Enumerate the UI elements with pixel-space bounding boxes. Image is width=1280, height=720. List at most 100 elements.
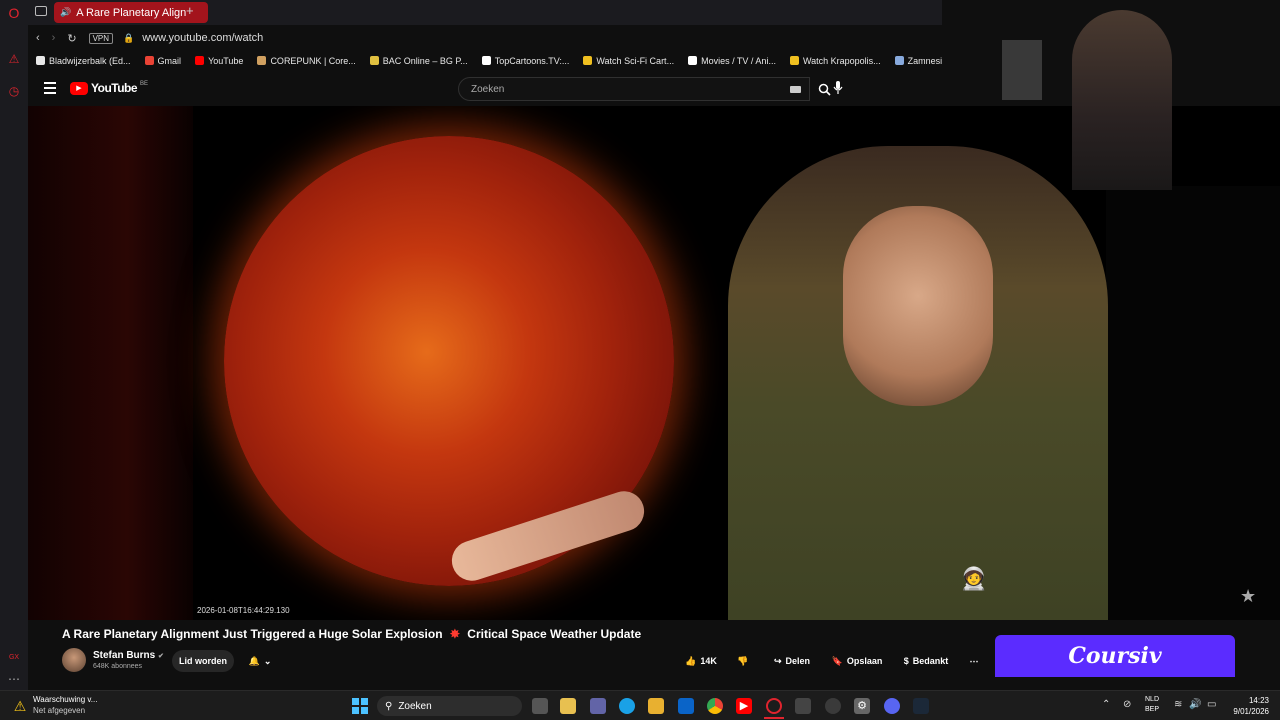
language-indicator[interactable]: NLD BEP [1145, 695, 1159, 715]
watermark-icon: ★ [1240, 586, 1257, 606]
aria-icon[interactable]: ⚠ [7, 52, 21, 66]
avatar[interactable] [62, 648, 86, 672]
url-field[interactable]: www.youtube.com/watch [142, 32, 263, 44]
bookmark-item[interactable]: Zamnesia | Het Be [894, 56, 942, 66]
steam-icon[interactable] [913, 698, 929, 714]
bookmark-favicon-icon [144, 56, 154, 65]
verified-icon: ✔ [158, 653, 164, 660]
notification-bell-button[interactable]: 🔔 ⌄ [240, 650, 280, 672]
bookmark-item[interactable]: Movies / TV / Ani... [688, 56, 776, 66]
tab-active[interactable]: 🔊 A Rare Planetary Align [54, 2, 208, 23]
channel-row: Stefan Burns ✔ 648K abonnees Lid worden … [62, 648, 942, 676]
search-input[interactable]: Zoeken [458, 77, 810, 101]
bell-icon: 🔔 [248, 655, 260, 666]
webcam-overlay [942, 0, 1280, 190]
bookmark-item[interactable]: BAC Online – BG P... [369, 55, 468, 66]
task-view-icon[interactable] [532, 698, 548, 714]
bookmark-item[interactable]: Gmail [144, 56, 181, 66]
chatgpt-icon[interactable] [825, 698, 841, 714]
thanks-label: Bedankt [912, 656, 949, 666]
history-icon[interactable]: ◷ [7, 84, 21, 98]
network-off-icon[interactable]: ⊘ [1123, 699, 1131, 710]
region-code: BE [140, 81, 149, 87]
thanks-button[interactable]: $ Bedankt [898, 650, 954, 672]
bookmark-icon: 🔖 [831, 655, 843, 666]
keyboard-icon[interactable] [790, 86, 801, 93]
file-explorer-icon[interactable] [648, 698, 664, 714]
tray-chevron-icon[interactable]: ⌃ [1102, 699, 1110, 710]
menu-icon[interactable] [44, 82, 56, 94]
bookmark-favicon-icon [257, 56, 267, 65]
bookmark-item[interactable]: TopCartoons.TV:... [481, 55, 570, 66]
bookmark-label: Bladwijzerbalk (Ed... [49, 55, 131, 66]
battery-icon[interactable]: ▭ [1207, 699, 1216, 710]
vpn-badge[interactable]: VPN [88, 32, 114, 44]
bookmark-item[interactable]: Bladwijzerbalk (Ed... [36, 56, 131, 66]
chrome-icon[interactable] [707, 698, 723, 714]
forward-icon[interactable]: › [52, 32, 56, 44]
bookmark-favicon-icon [36, 56, 45, 65]
ad-banner[interactable]: Coursiv [995, 635, 1235, 677]
youtube-play-icon: ▶ [70, 81, 88, 95]
save-button[interactable]: 🔖 Opslaan [829, 650, 885, 672]
like-button[interactable]: 👍 14K [680, 650, 722, 672]
more-icon[interactable]: ⋯ [7, 672, 21, 686]
bookmark-item[interactable]: YouTube [195, 56, 243, 66]
bookmark-favicon-icon [583, 56, 593, 65]
bookmark-item[interactable]: Watch Krapopolis... [789, 55, 881, 66]
tab-islands-icon[interactable] [35, 6, 47, 16]
chevron-down-icon: ⌄ [263, 655, 272, 666]
bookmark-label: TopCartoons.TV:... [494, 55, 570, 66]
back-icon[interactable]: ‹ [36, 32, 40, 44]
bookmarks-bar: Bladwijzerbalk (Ed... Gmail YouTube COREPUN… [28, 51, 942, 70]
calculator-icon[interactable] [795, 698, 811, 714]
bookmark-label: Watch Sci-Fi Cart... [596, 55, 675, 66]
new-tab-icon[interactable]: + [186, 3, 194, 18]
bookmark-favicon-icon [688, 56, 698, 65]
address-bar: ‹ › ↻ VPN 🔒 www.youtube.com/watch [28, 25, 942, 51]
clock-time: 14:23 [1248, 696, 1269, 705]
warning-title[interactable]: Waarschuwing v... [33, 695, 97, 704]
dislike-button[interactable]: 👎 [732, 650, 754, 672]
video-right-dark [1106, 186, 1280, 620]
outlook-icon[interactable] [678, 698, 694, 714]
browser-sidebar: O ⚠ ◷ GX ⋯ [0, 0, 28, 690]
share-button[interactable]: ↪ Delen [768, 650, 816, 672]
edge-icon[interactable] [619, 698, 635, 714]
store-icon[interactable] [560, 698, 576, 714]
channel-name[interactable]: Stefan Burns ✔ [93, 650, 164, 661]
video-title-suffix: Critical Space Weather Update [467, 627, 642, 641]
clock-date: 9/01/2026 [1233, 707, 1269, 716]
start-icon[interactable] [352, 698, 368, 714]
youtube-app-icon[interactable]: ▶ [736, 698, 752, 714]
wifi-icon[interactable]: ≋ [1174, 699, 1182, 710]
bookmark-label: BAC Online – BG P... [382, 55, 468, 66]
volume-icon[interactable]: 🔊 [1189, 699, 1201, 710]
lock-icon: 🔒 [123, 32, 135, 43]
bookmark-favicon-icon [195, 56, 205, 65]
taskbar-search[interactable]: ⚲ Zoeken [377, 696, 522, 716]
teams-icon[interactable] [590, 698, 606, 714]
thanks-icon: $ [903, 656, 909, 666]
microphone-icon[interactable] [833, 81, 843, 100]
search-icon: ⚲ [385, 700, 393, 712]
opera-logo-icon[interactable]: O [7, 6, 21, 20]
explosion-icon: ✸ [449, 627, 460, 641]
bookmark-favicon-icon [481, 56, 491, 65]
clock[interactable]: 14:23 9/01/2026 [1225, 695, 1269, 717]
warning-icon[interactable]: ⚠ [12, 698, 28, 714]
reload-icon[interactable]: ↻ [67, 32, 76, 45]
bookmark-item[interactable]: Watch Sci-Fi Cart... [583, 56, 674, 66]
astronaut-icon: 🧑‍🚀 [960, 566, 988, 591]
discord-icon[interactable] [884, 698, 900, 714]
bookmark-item[interactable]: COREPUNK | Core... [257, 56, 356, 66]
opera-gx-icon[interactable] [766, 698, 782, 714]
bookmark-label: Watch Krapopolis... [802, 55, 881, 66]
tab-strip: 🔊 A Rare Planetary Align + [28, 0, 942, 25]
more-actions-button[interactable]: ⋯ [962, 650, 986, 672]
join-button[interactable]: Lid worden [172, 650, 234, 672]
settings-icon[interactable]: ⚙ [854, 698, 870, 714]
extension-icon[interactable]: GX [7, 651, 21, 665]
youtube-logo[interactable]: ▶ YouTube BE [70, 81, 148, 95]
more-horizontal-icon: ⋯ [969, 655, 979, 666]
